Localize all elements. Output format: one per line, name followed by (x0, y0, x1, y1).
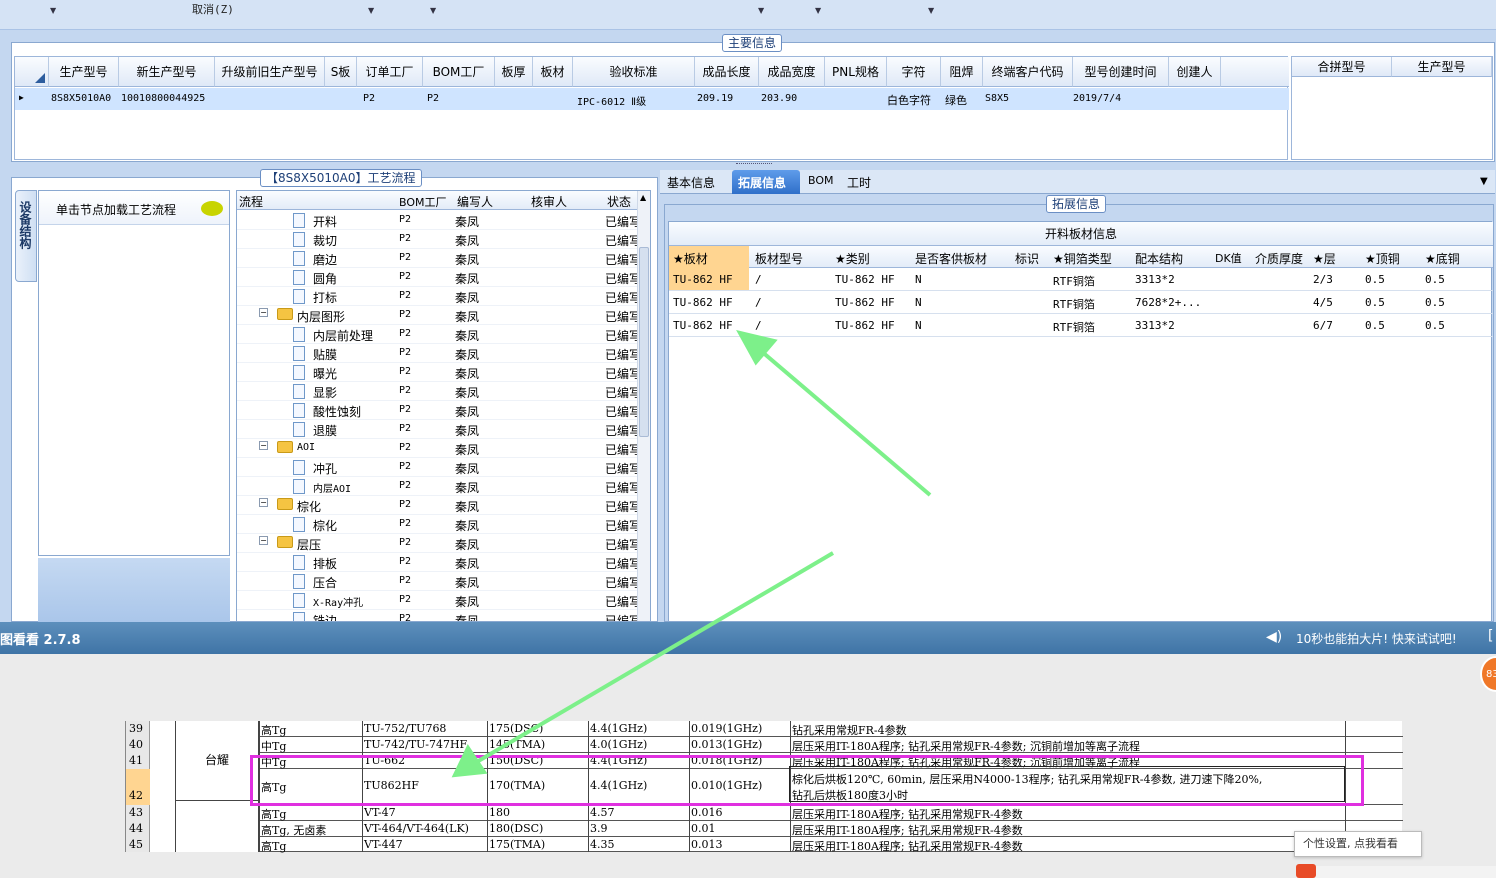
annotation-arrows (451, 330, 932, 778)
tray-strip (1296, 864, 1496, 878)
tray-icon[interactable] (1296, 864, 1316, 878)
green-arrow-up (736, 330, 932, 497)
green-arrow-down (451, 551, 835, 778)
settings-tooltip[interactable]: 个性设置, 点我看看 (1294, 831, 1422, 857)
